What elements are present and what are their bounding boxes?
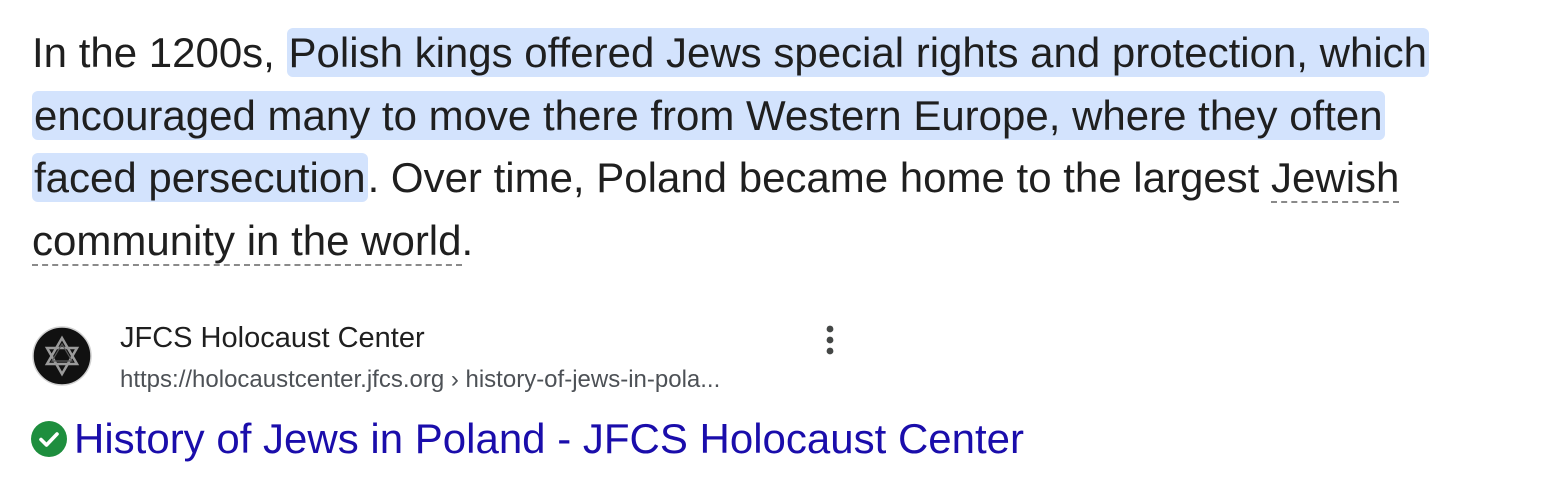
site-url[interactable]: https://holocaustcenter.jfcs.org › histo… — [120, 366, 720, 394]
ai-overview-snippet: In the 1200s, Polish kings offered Jews … — [32, 22, 1452, 272]
result-title-link[interactable]: History of Jews in Poland - JFCS Holocau… — [74, 415, 1024, 463]
snippet-middle: . Over time, Poland became home to the l… — [367, 154, 1272, 201]
result-title-row: History of Jews in Poland - JFCS Holocau… — [30, 414, 1024, 464]
three-dots-vertical-icon — [826, 325, 834, 355]
star-of-david-icon[interactable] — [32, 326, 92, 386]
snippet-prefix: In the 1200s, — [32, 29, 287, 76]
site-name[interactable]: JFCS Holocaust Center — [120, 322, 425, 355]
source-attribution[interactable]: JFCS Holocaust Center https://holocaustc… — [32, 320, 852, 398]
check-circle-icon — [31, 421, 67, 457]
snippet-suffix: . — [461, 216, 474, 264]
more-options-button[interactable] — [812, 322, 848, 358]
